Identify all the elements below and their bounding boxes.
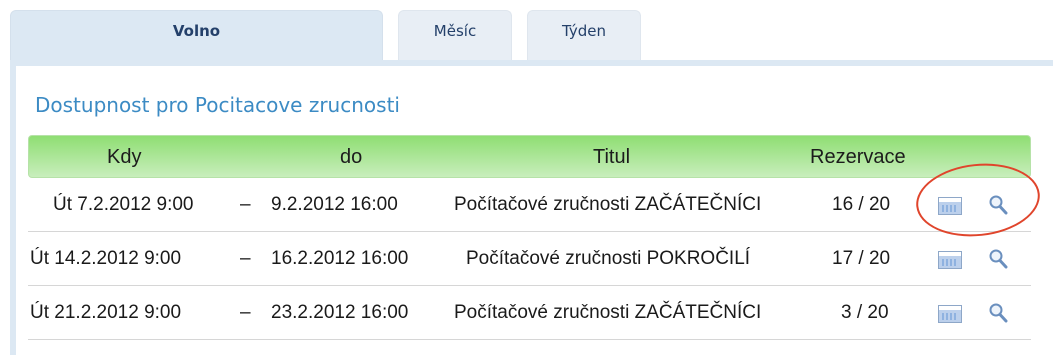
calendar-icon[interactable] bbox=[938, 305, 962, 323]
calendar-icon[interactable] bbox=[938, 251, 962, 269]
tab-tyden[interactable]: Týden bbox=[527, 10, 641, 60]
tab-mesic[interactable]: Měsíc bbox=[398, 10, 512, 60]
date-from: Út 7.2.2012 9:00 bbox=[53, 194, 194, 215]
column-header-title: Titul bbox=[593, 146, 631, 168]
column-header-to: do bbox=[340, 146, 363, 168]
table-row: Út 7.2.2012 9:00 – 9.2.2012 16:00 Počíta… bbox=[28, 178, 1031, 232]
date-to: 16.2.2012 16:00 bbox=[271, 248, 409, 269]
table-header: Kdy do Titul Rezervace bbox=[28, 135, 1031, 178]
date-from: Út 14.2.2012 9:00 bbox=[30, 248, 182, 269]
column-header-when: Kdy bbox=[107, 146, 142, 168]
date-to: 23.2.2012 16:00 bbox=[271, 302, 409, 323]
calendar-icon[interactable] bbox=[938, 197, 962, 215]
date-dash: – bbox=[240, 302, 251, 323]
table-row: Út 14.2.2012 9:00 – 16.2.2012 16:00 Počí… bbox=[28, 232, 1031, 286]
column-header-reservations: Rezervace bbox=[810, 146, 906, 168]
tab-volno[interactable]: Volno bbox=[10, 10, 383, 60]
reservation-count: 3 / 20 bbox=[841, 302, 889, 323]
course-title: Počítačové zručnosti POKROČILÍ bbox=[466, 248, 751, 269]
date-dash: – bbox=[240, 194, 251, 215]
reservation-count: 16 / 20 bbox=[832, 194, 891, 215]
course-title: Počítačové zručnosti ZAČÁTEČNÍCI bbox=[454, 194, 762, 215]
date-to: 9.2.2012 16:00 bbox=[271, 194, 398, 215]
tab-bar: Volno Měsíc Týden bbox=[0, 0, 1053, 60]
page-title: Dostupnost pro Pocitacove zrucnosti bbox=[35, 93, 400, 117]
magnifier-icon[interactable] bbox=[988, 248, 1008, 270]
magnifier-icon[interactable] bbox=[988, 302, 1008, 324]
availability-table: Kdy do Titul Rezervace Út 7.2.2012 9:00 … bbox=[28, 135, 1031, 340]
table-row: Út 21.2.2012 9:00 – 23.2.2012 16:00 Počí… bbox=[28, 286, 1031, 340]
course-title: Počítačové zručnosti ZAČÁTEČNÍCI bbox=[454, 302, 762, 323]
date-dash: – bbox=[240, 248, 251, 269]
magnifier-icon[interactable] bbox=[988, 194, 1008, 216]
date-from: Út 21.2.2012 9:00 bbox=[30, 302, 182, 323]
reservation-count: 17 / 20 bbox=[832, 248, 891, 269]
